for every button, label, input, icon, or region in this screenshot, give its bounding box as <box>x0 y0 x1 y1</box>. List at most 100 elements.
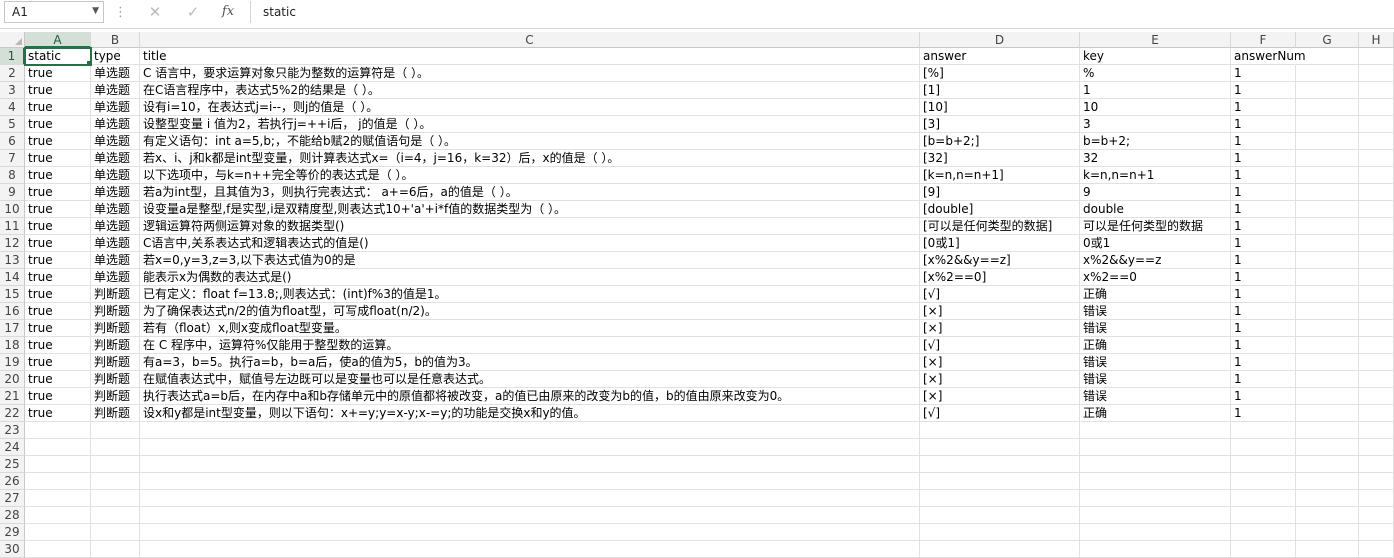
cell-e17[interactable]: 错误 <box>1080 320 1231 337</box>
cell-h20[interactable] <box>1359 371 1394 388</box>
cell-b16[interactable]: 判断题 <box>91 303 140 320</box>
cell-a6[interactable]: true <box>25 133 91 150</box>
cell-a7[interactable]: true <box>25 150 91 167</box>
cell-a25[interactable] <box>25 456 91 473</box>
cell-e1[interactable]: key <box>1080 48 1231 65</box>
cell-d18[interactable]: [√] <box>920 337 1080 354</box>
cell-d29[interactable] <box>920 524 1080 541</box>
cell-e11[interactable]: 可以是任何类型的数据 <box>1080 218 1231 235</box>
row-header[interactable]: 4 <box>0 99 25 116</box>
cell-f6[interactable]: 1 <box>1231 133 1296 150</box>
cell-d11[interactable]: [可以是任何类型的数据] <box>920 218 1080 235</box>
cell-g9[interactable] <box>1296 184 1359 201</box>
cell-f14[interactable]: 1 <box>1231 269 1296 286</box>
cell-f10[interactable]: 1 <box>1231 201 1296 218</box>
cell-g24[interactable] <box>1296 439 1359 456</box>
row-header[interactable]: 18 <box>0 337 25 354</box>
cell-a2[interactable]: true <box>25 65 91 82</box>
cell-a24[interactable] <box>25 439 91 456</box>
cell-d16[interactable]: [×] <box>920 303 1080 320</box>
column-header-b[interactable]: B <box>91 32 140 48</box>
row-header[interactable]: 21 <box>0 388 25 405</box>
cell-h2[interactable] <box>1359 65 1394 82</box>
cell-g7[interactable] <box>1296 150 1359 167</box>
cell-c12[interactable]: C语言中,关系表达式和逻辑表达式的值是() <box>140 235 920 252</box>
cell-f17[interactable]: 1 <box>1231 320 1296 337</box>
cell-a9[interactable]: true <box>25 184 91 201</box>
cell-g22[interactable] <box>1296 405 1359 422</box>
cell-g23[interactable] <box>1296 422 1359 439</box>
cell-b6[interactable]: 单选题 <box>91 133 140 150</box>
cell-e2[interactable]: % <box>1080 65 1231 82</box>
cell-f5[interactable]: 1 <box>1231 116 1296 133</box>
cell-c22[interactable]: 设x和y都是int型变量，则以下语句：x+=y;y=x-y;x-=y;的功能是交… <box>140 405 920 422</box>
cell-b15[interactable]: 判断题 <box>91 286 140 303</box>
cell-d5[interactable]: [3] <box>920 116 1080 133</box>
cell-b9[interactable]: 单选题 <box>91 184 140 201</box>
cell-b12[interactable]: 单选题 <box>91 235 140 252</box>
cell-a11[interactable]: true <box>25 218 91 235</box>
cell-h28[interactable] <box>1359 507 1394 524</box>
column-header-g[interactable]: G <box>1296 32 1359 48</box>
cell-f1[interactable]: answerNum <box>1231 48 1306 65</box>
row-header[interactable]: 8 <box>0 167 25 184</box>
cell-h13[interactable] <box>1359 252 1394 269</box>
row-header[interactable]: 11 <box>0 218 25 235</box>
cell-g4[interactable] <box>1296 99 1359 116</box>
cell-b8[interactable]: 单选题 <box>91 167 140 184</box>
chevron-down-icon[interactable]: ▼ <box>92 6 99 16</box>
cell-f15[interactable]: 1 <box>1231 286 1296 303</box>
row-header[interactable]: 2 <box>0 65 25 82</box>
cell-c11[interactable]: 逻辑运算符两侧运算对象的数据类型() <box>140 218 920 235</box>
cell-e8[interactable]: k=n,n=n+1 <box>1080 167 1231 184</box>
cell-a16[interactable]: true <box>25 303 91 320</box>
row-header[interactable]: 13 <box>0 252 25 269</box>
cell-e6[interactable]: b=b+2; <box>1080 133 1231 150</box>
cell-h25[interactable] <box>1359 456 1394 473</box>
row-header[interactable]: 7 <box>0 150 25 167</box>
cell-d17[interactable]: [×] <box>920 320 1080 337</box>
cell-f8[interactable]: 1 <box>1231 167 1296 184</box>
cell-c8[interactable]: 以下选项中，与k=n++完全等价的表达式是（ ）。 <box>140 167 920 184</box>
column-header-c[interactable]: C <box>140 32 920 48</box>
cell-c23[interactable] <box>140 422 920 439</box>
cell-e29[interactable] <box>1080 524 1231 541</box>
cell-h14[interactable] <box>1359 269 1394 286</box>
cell-b20[interactable]: 判断题 <box>91 371 140 388</box>
cell-g25[interactable] <box>1296 456 1359 473</box>
cell-f9[interactable]: 1 <box>1231 184 1296 201</box>
cell-e19[interactable]: 错误 <box>1080 354 1231 371</box>
column-header-h[interactable]: H <box>1359 32 1394 48</box>
cell-f13[interactable]: 1 <box>1231 252 1296 269</box>
select-all-button[interactable] <box>0 32 25 48</box>
column-header-f[interactable]: F <box>1231 32 1296 48</box>
cell-g3[interactable] <box>1296 82 1359 99</box>
cell-a12[interactable]: true <box>25 235 91 252</box>
row-header[interactable]: 27 <box>0 490 25 507</box>
cell-e28[interactable] <box>1080 507 1231 524</box>
cell-g21[interactable] <box>1296 388 1359 405</box>
cell-c9[interactable]: 若a为int型，且其值为3，则执行完表达式： a+=6后，a的值是（ ）。 <box>140 184 920 201</box>
cell-g13[interactable] <box>1296 252 1359 269</box>
cell-g17[interactable] <box>1296 320 1359 337</box>
cell-d4[interactable]: [10] <box>920 99 1080 116</box>
cell-c18[interactable]: 在 C 程序中，运算符%仅能用于整型数的运算。 <box>140 337 920 354</box>
cell-e18[interactable]: 正确 <box>1080 337 1231 354</box>
cell-a19[interactable]: true <box>25 354 91 371</box>
cell-h16[interactable] <box>1359 303 1394 320</box>
cell-a4[interactable]: true <box>25 99 91 116</box>
cell-e3[interactable]: 1 <box>1080 82 1231 99</box>
cell-h1[interactable] <box>1359 48 1394 65</box>
cell-h23[interactable] <box>1359 422 1394 439</box>
cell-g27[interactable] <box>1296 490 1359 507</box>
row-header[interactable]: 5 <box>0 116 25 133</box>
row-header[interactable]: 12 <box>0 235 25 252</box>
cell-c19[interactable]: 有a=3，b=5。执行a=b，b=a后，使a的值为5，b的值为3。 <box>140 354 920 371</box>
cell-g12[interactable] <box>1296 235 1359 252</box>
cell-f4[interactable]: 1 <box>1231 99 1296 116</box>
cell-g5[interactable] <box>1296 116 1359 133</box>
cell-b2[interactable]: 单选题 <box>91 65 140 82</box>
cell-d22[interactable]: [√] <box>920 405 1080 422</box>
cell-b21[interactable]: 判断题 <box>91 388 140 405</box>
cell-f7[interactable]: 1 <box>1231 150 1296 167</box>
